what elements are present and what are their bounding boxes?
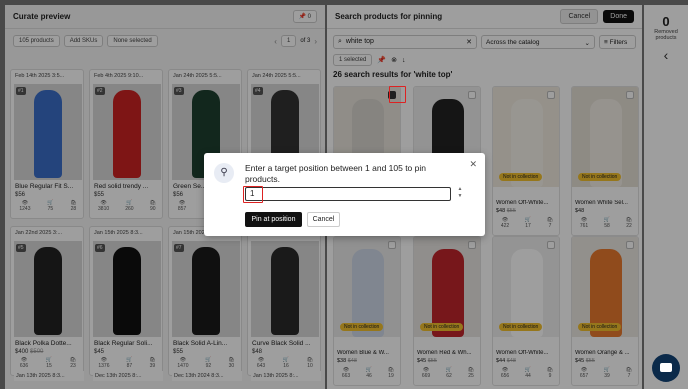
close-icon[interactable]: ✕ (469, 159, 477, 170)
highlight-input (243, 186, 263, 203)
position-stepper[interactable]: ▲ ▼ (455, 186, 465, 202)
pin-icon: ⚲ (214, 163, 234, 183)
pin-at-position-button[interactable]: Pin at position (245, 212, 302, 227)
chat-icon[interactable] (652, 354, 680, 382)
highlight-checkbox (389, 86, 406, 103)
dialog-message: Enter a target position between 1 and 10… (245, 163, 426, 184)
dialog-cancel-button[interactable]: Cancel (307, 212, 340, 227)
position-input[interactable]: 1 (245, 187, 451, 201)
